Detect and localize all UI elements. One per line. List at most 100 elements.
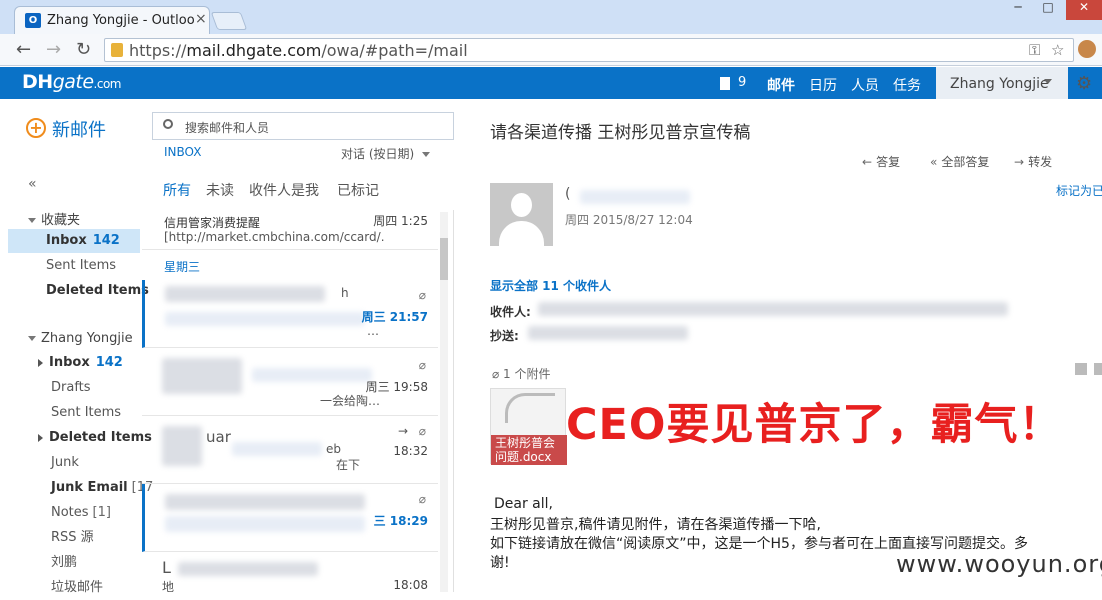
list-item[interactable]: 一会给陶… ⌀ 周三 19:58 [142,348,438,416]
attachment-thumbnail[interactable]: 王树彤普会问题.docx [490,388,567,465]
nav-tasks[interactable]: 任务 [893,75,921,95]
folder-deleted-items[interactable]: Deleted Items [8,426,152,450]
minimize-button[interactable]: ─ [1004,0,1032,20]
maximize-button[interactable]: □ [1034,0,1062,20]
collapse-pane-icon[interactable]: « [28,176,37,192]
watermark: www.wooyun.org [896,550,1102,578]
notification-icon[interactable] [720,77,730,90]
folder-liupeng[interactable]: 刘鹏 [8,551,140,575]
list-item[interactable]: h … ⌀ 周三 21:57 [142,280,438,348]
forward-button[interactable]: → 转发 [1014,153,1052,170]
redacted-sender-name [580,190,690,204]
message-time: 周三 21:57 [361,310,428,324]
lock-icon [111,43,123,57]
nav-people[interactable]: 人员 [851,75,879,95]
attachment-option-icon[interactable] [1094,363,1102,375]
folder-spam[interactable]: 垃圾邮件 [8,576,140,600]
folder-drafts[interactable]: Drafts [8,376,140,400]
gear-icon[interactable]: ⚙ [1076,73,1092,94]
favorites-header[interactable]: 收藏夹 [28,209,80,228]
redacted-recipients [538,302,1008,316]
message-list: 信用管家消费提醒 [http://market.cmbchina.com/cca… [142,210,454,592]
browser-toolbar: ← → ↻ https://mail.dhgate.com/owa/#path=… [0,34,1102,66]
body-line: 王树彤见普京,稿件请见附件，请在各渠道传播一下哈, [490,517,821,533]
folder-inbox[interactable]: Inbox 142 [8,351,140,375]
filter-flagged[interactable]: 已标记 [337,180,379,200]
attachment-option-icon[interactable] [1075,363,1087,375]
close-window-button[interactable]: ✕ [1066,0,1102,20]
star-icon[interactable]: ☆ [1051,41,1064,59]
search-placeholder: 搜索邮件和人员 [185,121,270,135]
redacted-preview [165,516,365,532]
list-item[interactable]: L 地 18:08 [142,552,438,592]
message-subject: 请各渠道传播 王树彤见普京宣传稿 [490,123,751,143]
nav-mail[interactable]: 邮件 [767,75,795,95]
tab-close-icon[interactable]: × [195,11,207,27]
message-time: 18:08 [393,578,428,592]
show-all-recipients-link[interactable]: 显示全部 11 个收件人 [490,277,611,294]
attachment-count: ⌀ 1 个附件 [492,367,551,381]
cookie-extension-icon[interactable] [1078,40,1096,58]
redacted-preview [165,312,365,326]
redacted-sender [178,562,318,576]
nav-calendar[interactable]: 日历 [809,75,837,95]
filter-to-me[interactable]: 收件人是我 [249,180,319,200]
folder-sent-items[interactable]: Sent Items [8,401,140,425]
paperclip-icon: ⌀ [418,358,426,372]
redacted-preview [252,368,372,382]
forward-icon[interactable]: → [46,39,61,60]
app-header: DHgate.com 9 邮件 日历 人员 任务 Zhang Yongjie ⚙ [0,67,1102,99]
folder-junk[interactable]: Junk [8,451,140,475]
forward-icon: → [1014,155,1025,169]
triangle-right-icon [38,358,43,367]
message-sender: L [162,558,171,577]
message-preview: [http://market.cmbchina.com/ccard/… [164,230,384,244]
filter-unread[interactable]: 未读 [206,180,234,200]
account-header[interactable]: Zhang Yongjie [28,331,133,346]
notification-count[interactable]: 9 [738,75,746,90]
sort-dropdown[interactable]: 对话 (按日期) [341,145,431,162]
message-preview-extra: 在下 [336,458,361,472]
folder-junk-email[interactable]: Junk Email [17 [8,476,153,500]
list-item[interactable]: ⌀ 三 18:29 [142,484,438,552]
sender-name[interactable]: ( [565,186,570,202]
body-line: 谢! [490,555,510,571]
cc-label: 抄送: [490,329,519,343]
reply-button[interactable]: ← 答复 [862,153,900,170]
favorite-inbox[interactable]: Inbox 142 [8,229,140,253]
address-bar[interactable]: https://mail.dhgate.com/owa/#path=/mail … [104,38,1074,62]
paperclip-icon: ⌀ [492,367,504,381]
message-time: 周四 1:25 [373,214,428,228]
favorite-deleted-items[interactable]: Deleted Items [8,279,149,303]
favorite-sent-items[interactable]: Sent Items [8,254,140,278]
new-tab-button[interactable] [210,12,248,30]
new-mail-label: 新邮件 [52,120,106,141]
filter-all[interactable]: 所有 [163,180,191,200]
list-item[interactable]: uar eb 在下 → ⌀ 18:32 [142,416,438,484]
attachment-name: 王树彤普会问题.docx [491,435,567,465]
paperclip-icon: ⌀ [418,424,426,438]
browser-tab[interactable]: O Zhang Yongjie - Outloo × [14,6,210,34]
triangle-down-icon [28,218,36,223]
message-time: 周三 19:58 [365,380,428,394]
folder-rss[interactable]: RSS 源 [8,526,140,550]
avatar [490,183,553,246]
message-sender: uar [206,428,231,446]
body-line: Dear all, [494,496,553,512]
document-icon [505,393,555,423]
redacted-cc [528,326,688,340]
user-menu[interactable]: Zhang Yongjie [936,67,1068,99]
dhgate-logo: DHgate.com [22,71,121,93]
list-item[interactable]: 信用管家消费提醒 [http://market.cmbchina.com/cca… [142,210,438,250]
message-list-scrollbar[interactable] [440,212,448,592]
message-sender: 信用管家消费提醒 [164,216,261,230]
search-input[interactable]: 搜索邮件和人员 [152,112,454,140]
scroll-thumb[interactable] [440,238,448,280]
key-icon[interactable]: ⚿ [1029,41,1040,59]
reload-icon[interactable]: ↻ [76,39,91,60]
folder-notes[interactable]: Notes [1] [8,501,140,525]
back-icon[interactable]: ← [16,39,31,60]
mark-read-link[interactable]: 标记为已 [1056,182,1102,199]
user-name: Zhang Yongjie [950,76,1049,92]
reply-all-button[interactable]: «全部答复 [930,153,989,170]
